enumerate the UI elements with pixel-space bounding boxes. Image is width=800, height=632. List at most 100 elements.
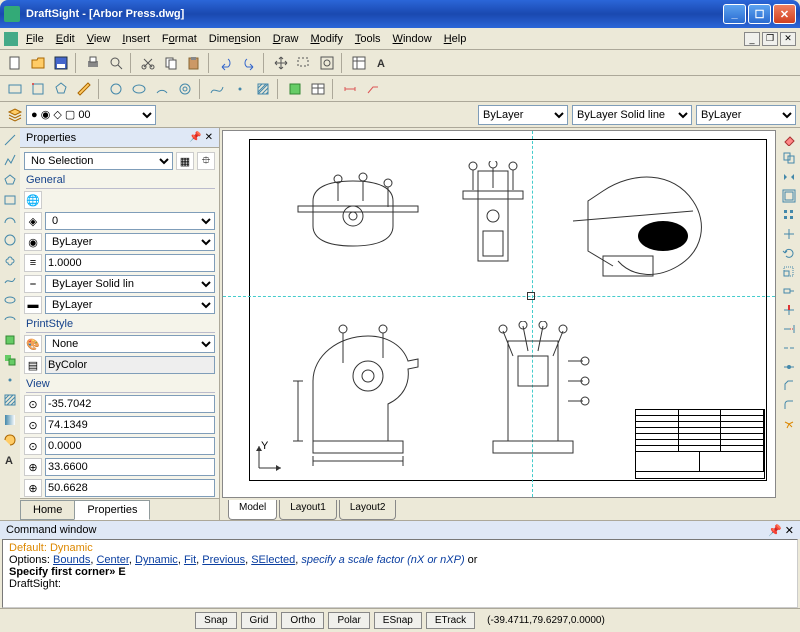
polygon2-icon[interactable] — [1, 171, 19, 189]
spline-icon[interactable] — [206, 78, 228, 100]
mdi-minimize[interactable]: _ — [744, 32, 760, 46]
menu-view[interactable]: View — [87, 33, 111, 45]
grid-toggle[interactable]: Grid — [241, 612, 278, 629]
ellipse-icon[interactable] — [128, 78, 150, 100]
gradient-icon[interactable] — [1, 411, 19, 429]
join-icon[interactable] — [780, 358, 798, 376]
explode-icon[interactable] — [780, 415, 798, 433]
array-icon[interactable] — [780, 206, 798, 224]
minimize-button[interactable]: _ — [723, 4, 746, 24]
trim-icon[interactable] — [780, 301, 798, 319]
scale2-icon[interactable] — [780, 263, 798, 281]
current-layer-combo[interactable]: ● ◉ ◇ ▢ 00 — [26, 105, 156, 125]
print-icon[interactable] — [82, 52, 104, 74]
menu-format[interactable]: Format — [162, 33, 197, 45]
layer-manager-icon[interactable] — [4, 104, 26, 126]
measure-icon[interactable] — [73, 78, 95, 100]
rotate-icon[interactable] — [780, 244, 798, 262]
prop-printstyle[interactable]: None — [45, 335, 215, 353]
color-combo[interactable]: ByLayer — [478, 105, 568, 125]
polar-toggle[interactable]: Polar — [328, 612, 369, 629]
break-icon[interactable] — [780, 339, 798, 357]
tab-home[interactable]: Home — [20, 500, 75, 520]
table-icon[interactable] — [307, 78, 329, 100]
line-icon[interactable] — [1, 131, 19, 149]
polygon-icon[interactable] — [50, 78, 72, 100]
rect-tool-icon[interactable] — [4, 78, 26, 100]
zoom-extents-icon[interactable] — [316, 52, 338, 74]
esnap-toggle[interactable]: ESnap — [374, 612, 422, 629]
text-style-icon[interactable]: A — [371, 52, 393, 74]
erase-icon[interactable] — [780, 130, 798, 148]
region-icon[interactable] — [1, 431, 19, 449]
chamfer-icon[interactable] — [780, 377, 798, 395]
mirror-icon[interactable] — [780, 168, 798, 186]
save-icon[interactable] — [50, 52, 72, 74]
insert-block-icon[interactable] — [1, 331, 19, 349]
point2-icon[interactable] — [1, 371, 19, 389]
circle-icon[interactable] — [105, 78, 127, 100]
linetype-combo[interactable]: ByLayer Solid line — [572, 105, 692, 125]
menu-insert[interactable]: Insert — [122, 33, 150, 45]
mdi-close[interactable]: ✕ — [780, 32, 796, 46]
paste-icon[interactable] — [183, 52, 205, 74]
snap-toggle[interactable]: Snap — [195, 612, 236, 629]
open-icon[interactable] — [27, 52, 49, 74]
menu-window[interactable]: Window — [393, 33, 432, 45]
prop-vieww[interactable] — [45, 458, 215, 476]
fillet-icon[interactable] — [780, 396, 798, 414]
menu-draw[interactable]: Draw — [273, 33, 299, 45]
revision-cloud-icon[interactable] — [1, 251, 19, 269]
menu-file[interactable]: File — [26, 33, 44, 45]
polyline-icon[interactable] — [1, 151, 19, 169]
prop-viewy[interactable] — [45, 416, 215, 434]
ellipse2-icon[interactable] — [1, 291, 19, 309]
ortho-toggle[interactable]: Ortho — [281, 612, 324, 629]
lineweight-combo[interactable]: ByLayer — [696, 105, 796, 125]
make-block-icon[interactable] — [1, 351, 19, 369]
undo-icon[interactable] — [215, 52, 237, 74]
menu-help[interactable]: Help — [444, 33, 467, 45]
properties-icon[interactable] — [348, 52, 370, 74]
prop-viewh[interactable] — [45, 479, 215, 497]
move-icon[interactable] — [780, 225, 798, 243]
prop-printmode[interactable] — [45, 356, 215, 374]
tab-layout2[interactable]: Layout2 — [339, 500, 397, 520]
quickselect-icon[interactable]: ⯐ — [197, 152, 215, 170]
cut-icon[interactable] — [137, 52, 159, 74]
cmd-pin-icon[interactable]: 📌 ✕ — [768, 524, 794, 537]
rect2-icon[interactable] — [1, 191, 19, 209]
ellipsearc-icon[interactable] — [1, 311, 19, 329]
prop-viewz[interactable] — [45, 437, 215, 455]
tab-properties[interactable]: Properties — [74, 500, 150, 520]
menu-tools[interactable]: Tools — [355, 33, 381, 45]
prop-linetype[interactable]: ByLayer Solid lin — [45, 275, 215, 293]
command-body[interactable]: Default: Dynamic Options: Bounds, Center… — [2, 539, 798, 608]
pan-icon[interactable] — [270, 52, 292, 74]
arc-icon[interactable] — [151, 78, 173, 100]
leader-icon[interactable] — [362, 78, 384, 100]
rect3p-icon[interactable] — [27, 78, 49, 100]
block-icon[interactable] — [284, 78, 306, 100]
redo-icon[interactable] — [238, 52, 260, 74]
drawing-canvas[interactable]: Y — [222, 130, 776, 498]
copy-icon[interactable] — [160, 52, 182, 74]
point-icon[interactable] — [229, 78, 251, 100]
select-similar-icon[interactable]: ▦ — [176, 152, 194, 170]
preview-icon[interactable] — [105, 52, 127, 74]
hatch2-icon[interactable] — [1, 391, 19, 409]
mtext-icon[interactable]: A — [1, 451, 19, 469]
mdi-restore[interactable]: ❐ — [762, 32, 778, 46]
menu-modify[interactable]: Modify — [310, 33, 342, 45]
new-icon[interactable] — [4, 52, 26, 74]
menu-dimension[interactable]: Dimension — [209, 33, 261, 45]
arc2-icon[interactable] — [1, 211, 19, 229]
offset-icon[interactable] — [780, 187, 798, 205]
spline2-icon[interactable] — [1, 271, 19, 289]
donut-icon[interactable] — [174, 78, 196, 100]
maximize-button[interactable]: ☐ — [748, 4, 771, 24]
prop-color[interactable]: ByLayer — [45, 233, 215, 251]
etrack-toggle[interactable]: ETrack — [426, 612, 475, 629]
extend-icon[interactable] — [780, 320, 798, 338]
stretch-icon[interactable] — [780, 282, 798, 300]
